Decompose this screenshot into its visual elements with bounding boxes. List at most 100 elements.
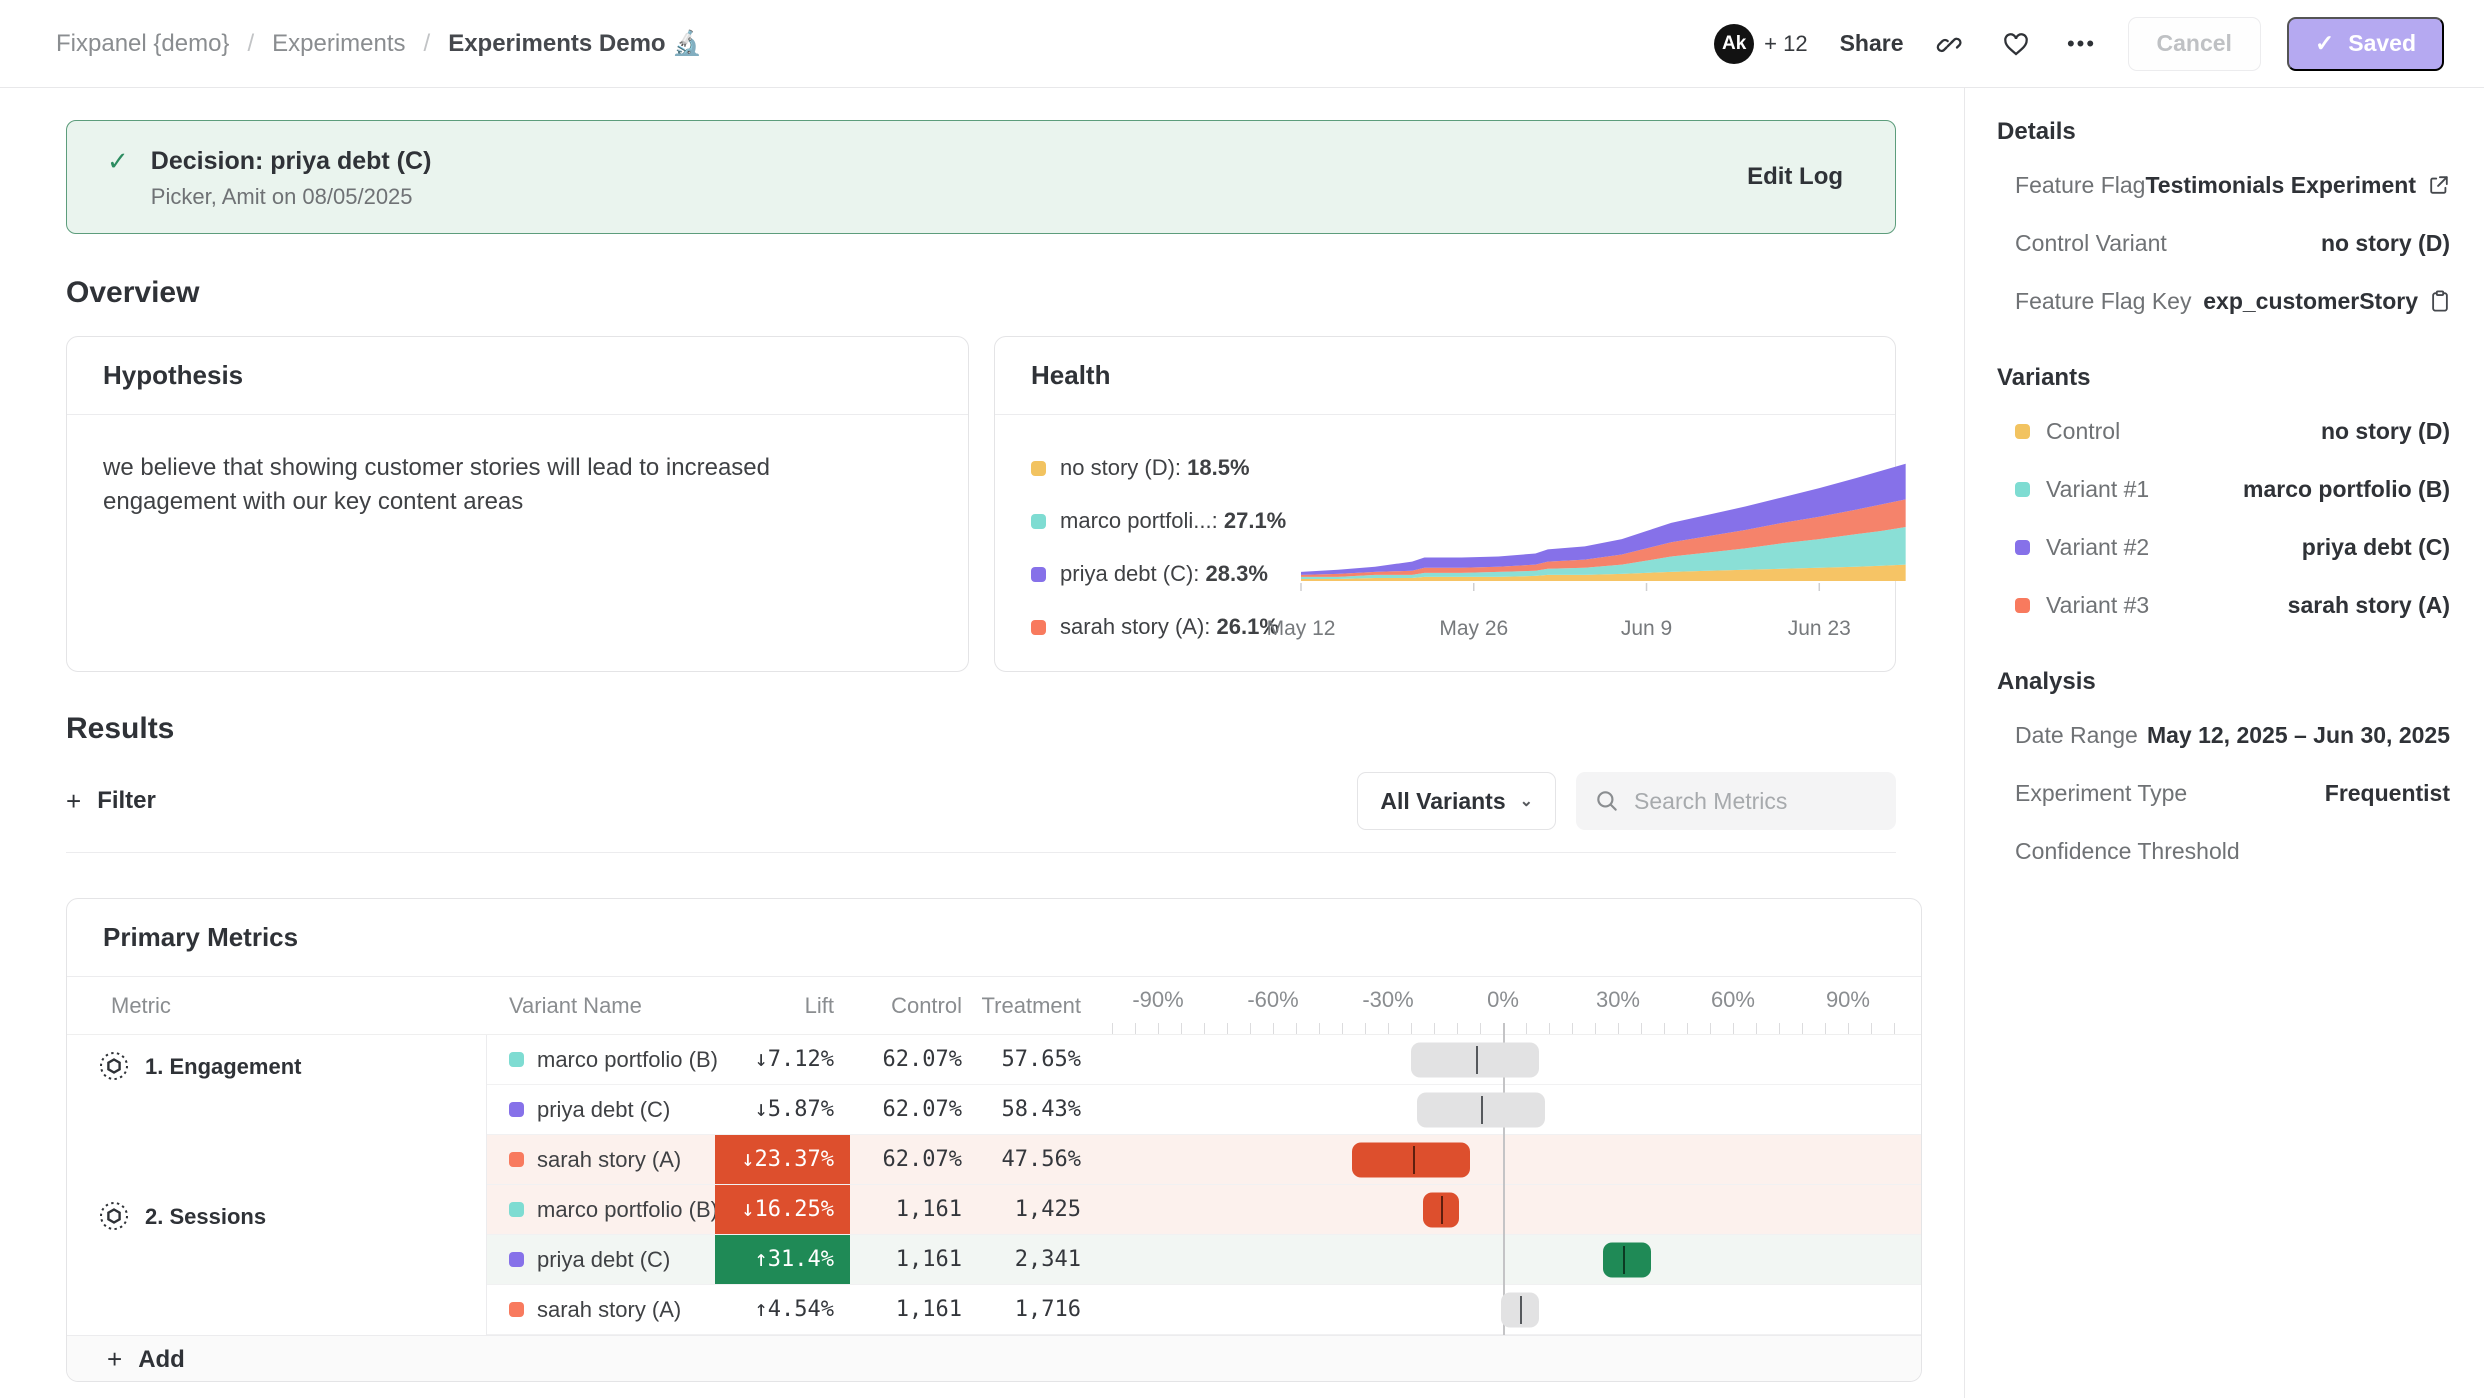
favorite-heart-icon[interactable] xyxy=(1996,24,2036,64)
legend-label: sarah story (A): 26.1% xyxy=(1060,614,1279,640)
confidence-interval-bar xyxy=(1603,1242,1651,1277)
treatment-value: 57.65% xyxy=(967,1035,1087,1084)
axis-minor-tick xyxy=(1733,1023,1734,1034)
axis-minor-tick xyxy=(1641,1023,1642,1034)
collaborators-count[interactable]: + 12 xyxy=(1764,31,1807,57)
variant-name: priya debt (C) xyxy=(537,1247,670,1273)
decision-check-icon: ✓ xyxy=(107,144,129,210)
x-axis-label: Jun 23 xyxy=(1788,617,1851,641)
copy-link-icon[interactable] xyxy=(1930,24,1970,64)
field-label-text: Control xyxy=(2046,418,2120,445)
analysis-section: Analysis Date RangeMay 12, 2025 – Jun 30,… xyxy=(1981,668,2460,880)
field-label: Control xyxy=(2015,418,2120,445)
variants-row: Variant #2priya debt (C) xyxy=(1981,518,2460,576)
field-value: Testimonials Experiment xyxy=(2145,172,2416,199)
decision-subtitle: Picker, Amit on 08/05/2025 xyxy=(151,184,432,210)
breadcrumb-separator: / xyxy=(247,30,254,58)
edit-log-button[interactable]: Edit Log xyxy=(1747,163,1843,191)
lift-mean-tick xyxy=(1520,1296,1522,1324)
legend-value: 28.3% xyxy=(1206,561,1268,586)
metric-group: 2. Sessionsmarco portfolio (B)↓16.25%1,1… xyxy=(67,1185,1921,1335)
analysis-heading: Analysis xyxy=(1981,668,2460,696)
breadcrumb-project[interactable]: Fixpanel {demo} xyxy=(56,30,229,58)
table-row[interactable]: marco portfolio (B)↓16.25%1,1611,425 xyxy=(487,1185,1921,1235)
table-row[interactable]: priya debt (C)↓5.87%62.07%58.43% xyxy=(487,1085,1921,1135)
share-button[interactable]: Share xyxy=(1840,30,1904,57)
health-chart: May 12May 26Jun 9Jun 23 xyxy=(1295,415,1895,671)
field-value-wrap: May 12, 2025 – Jun 30, 2025 xyxy=(2138,722,2450,749)
health-legend: no story (D): 18.5% marco portfoli...: 27… xyxy=(995,415,1295,671)
treatment-value: 2,341 xyxy=(967,1235,1087,1284)
details-sidebar: DetailsFeature FlagTestimonials Experime… xyxy=(1965,88,2484,1398)
control-value: 62.07% xyxy=(850,1085,967,1134)
hypothesis-title: Hypothesis xyxy=(103,360,243,391)
variant-name-cell: priya debt (C) xyxy=(487,1235,715,1284)
overview-heading: Overview xyxy=(66,276,1896,310)
axis-minor-tick xyxy=(1112,1023,1113,1034)
col-metric: Metric xyxy=(67,993,487,1019)
avatar[interactable]: Ak xyxy=(1714,24,1754,64)
lift-cell: ↓5.87% xyxy=(715,1085,850,1134)
variant-name: marco portfolio (B) xyxy=(537,1047,718,1073)
axis-minor-tick xyxy=(1756,1023,1757,1034)
axis-minor-tick xyxy=(1204,1023,1205,1034)
cancel-button[interactable]: Cancel xyxy=(2128,17,2261,71)
field-label: Variant #3 xyxy=(2015,592,2149,619)
search-metrics-box xyxy=(1576,772,1896,830)
legend-color-chip xyxy=(1031,461,1046,476)
axis-minor-tick xyxy=(1710,1023,1711,1034)
table-row[interactable]: marco portfolio (B)↓7.12%62.07%57.65% xyxy=(487,1035,1921,1085)
metric-group: 1. Engagementmarco portfolio (B)↓7.12%62… xyxy=(67,1035,1921,1185)
legend-color-chip xyxy=(1031,620,1046,635)
field-value-wrap: no story (D) xyxy=(2120,418,2450,445)
field-label: Variant #2 xyxy=(2015,534,2149,561)
variant-name: sarah story (A) xyxy=(537,1297,681,1323)
breadcrumb-experiments[interactable]: Experiments xyxy=(272,30,405,58)
lift-cell: ↓23.37% xyxy=(715,1135,850,1184)
lift-mean-tick xyxy=(1476,1046,1478,1074)
main-content: ✓ Decision: priya debt (C) Picker, Amit … xyxy=(0,88,1965,1398)
legend-item: no story (D): 18.5% xyxy=(1031,455,1295,481)
breadcrumb-separator: / xyxy=(424,30,431,58)
search-metrics-input[interactable] xyxy=(1634,788,1874,815)
field-value-wrap: priya debt (C) xyxy=(2149,534,2450,561)
metric-group-rows: marco portfolio (B)↓7.12%62.07%57.65%pri… xyxy=(487,1035,1921,1185)
legend-label: marco portfoli...: 27.1% xyxy=(1060,508,1286,534)
legend-item: marco portfoli...: 27.1% xyxy=(1031,508,1295,534)
field-value: marco portfolio (B) xyxy=(2243,476,2450,503)
saved-button[interactable]: ✓ Saved xyxy=(2287,17,2444,71)
add-metric-button[interactable]: + Add xyxy=(67,1335,1921,1382)
field-label: Feature Flag xyxy=(2015,172,2145,199)
more-options-icon[interactable]: ••• xyxy=(2062,24,2102,64)
metric-target-icon xyxy=(97,1199,131,1233)
table-row[interactable]: sarah story (A)↓23.37%62.07%47.56% xyxy=(487,1135,1921,1185)
table-row[interactable]: priya debt (C)↑31.4%1,1612,341 xyxy=(487,1235,1921,1285)
field-label: Variant #1 xyxy=(2015,476,2149,503)
axis-minor-tick xyxy=(1319,1023,1320,1034)
axis-minor-tick xyxy=(1664,1023,1665,1034)
metric-cell: 1. Engagement xyxy=(67,1035,487,1185)
breadcrumb-current-page: Experiments Demo 🔬 xyxy=(448,29,702,58)
field-label-text: Variant #1 xyxy=(2046,476,2149,503)
plus-icon: + xyxy=(107,1344,122,1375)
variants-row: Controlno story (D) xyxy=(1981,402,2460,460)
copy-icon[interactable] xyxy=(2430,290,2450,312)
add-filter-button[interactable]: + Filter xyxy=(66,786,156,817)
variant-color-chip xyxy=(509,1202,524,1217)
table-row[interactable]: sarah story (A)↑4.54%1,1611,716 xyxy=(487,1285,1921,1335)
field-value-wrap: no story (D) xyxy=(2167,230,2450,257)
details-row: Feature Flag Keyexp_customerStory xyxy=(1981,272,2460,330)
col-treatment: Treatment xyxy=(967,993,1087,1019)
axis-tick-label: -90% xyxy=(1132,987,1183,1013)
external-link-icon[interactable] xyxy=(2428,174,2450,196)
axis-minor-tick xyxy=(1595,1023,1596,1034)
variant-name-cell: marco portfolio (B) xyxy=(487,1185,715,1234)
lift-cell: ↓16.25% xyxy=(715,1185,850,1234)
lift-mean-tick xyxy=(1413,1146,1415,1174)
variants-section: VariantsControlno story (D)Variant #1mar… xyxy=(1981,364,2460,634)
field-label: Confidence Threshold xyxy=(2015,838,2240,865)
analysis-row: Date RangeMay 12, 2025 – Jun 30, 2025 xyxy=(1981,706,2460,764)
variant-color-chip xyxy=(509,1052,524,1067)
control-value: 1,161 xyxy=(850,1185,967,1234)
variants-dropdown[interactable]: All Variants ⌄ xyxy=(1357,772,1556,830)
